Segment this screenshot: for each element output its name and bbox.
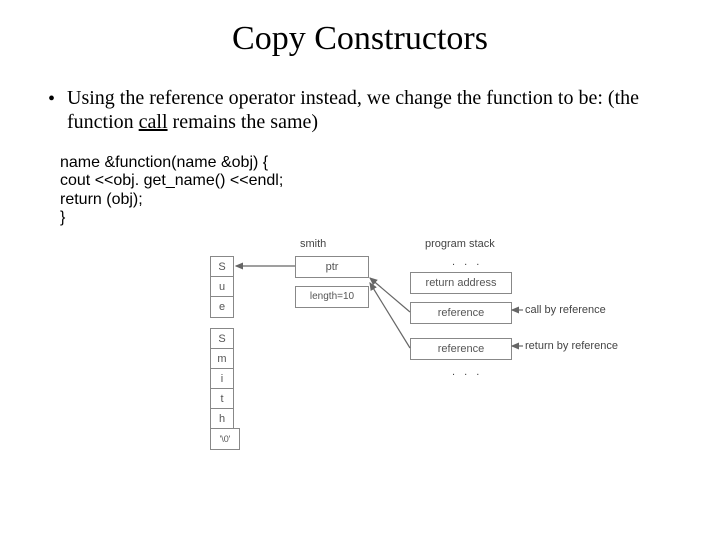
label-program-stack: program stack bbox=[425, 238, 495, 250]
cell-smith-1: m bbox=[210, 348, 234, 370]
label-smith: smith bbox=[300, 238, 326, 250]
label-return-by-reference: return by reference bbox=[525, 340, 618, 352]
cell-sue-0: S bbox=[210, 256, 234, 278]
code-block: name &function(name &obj) { cout <<obj. … bbox=[60, 154, 720, 228]
dots-top: . . . bbox=[452, 256, 482, 268]
box-reference-2: reference bbox=[410, 338, 512, 360]
bullet-text: Using the reference operator instead, we… bbox=[67, 86, 660, 134]
diagram: smith S u e S m i t h '\0' ptr length=10… bbox=[200, 238, 640, 488]
cell-smith-4: h bbox=[210, 408, 234, 430]
code-line-4: } bbox=[60, 209, 720, 227]
code-line-3: return (obj); bbox=[60, 191, 720, 209]
bullet-underlined: call bbox=[139, 111, 168, 133]
box-reference-1: reference bbox=[410, 302, 512, 324]
bullet-post: remains the same) bbox=[168, 111, 319, 133]
cell-smith-5: '\0' bbox=[210, 428, 240, 450]
box-ptr: ptr bbox=[295, 256, 369, 278]
bullet-dot: • bbox=[48, 88, 55, 111]
cell-smith-0: S bbox=[210, 328, 234, 350]
cell-sue-1: u bbox=[210, 276, 234, 298]
code-line-2: cout <<obj. get_name() <<endl; bbox=[60, 172, 720, 190]
code-line-1: name &function(name &obj) { bbox=[60, 154, 720, 172]
page-title: Copy Constructors bbox=[0, 20, 720, 58]
box-return-address: return address bbox=[410, 272, 512, 294]
cell-smith-2: i bbox=[210, 368, 234, 390]
cell-sue-2: e bbox=[210, 296, 234, 318]
dots-bottom: . . . bbox=[452, 366, 482, 378]
label-call-by-reference: call by reference bbox=[525, 304, 606, 316]
bullet-item: • Using the reference operator instead, … bbox=[48, 86, 660, 134]
cell-smith-3: t bbox=[210, 388, 234, 410]
box-length: length=10 bbox=[295, 286, 369, 308]
